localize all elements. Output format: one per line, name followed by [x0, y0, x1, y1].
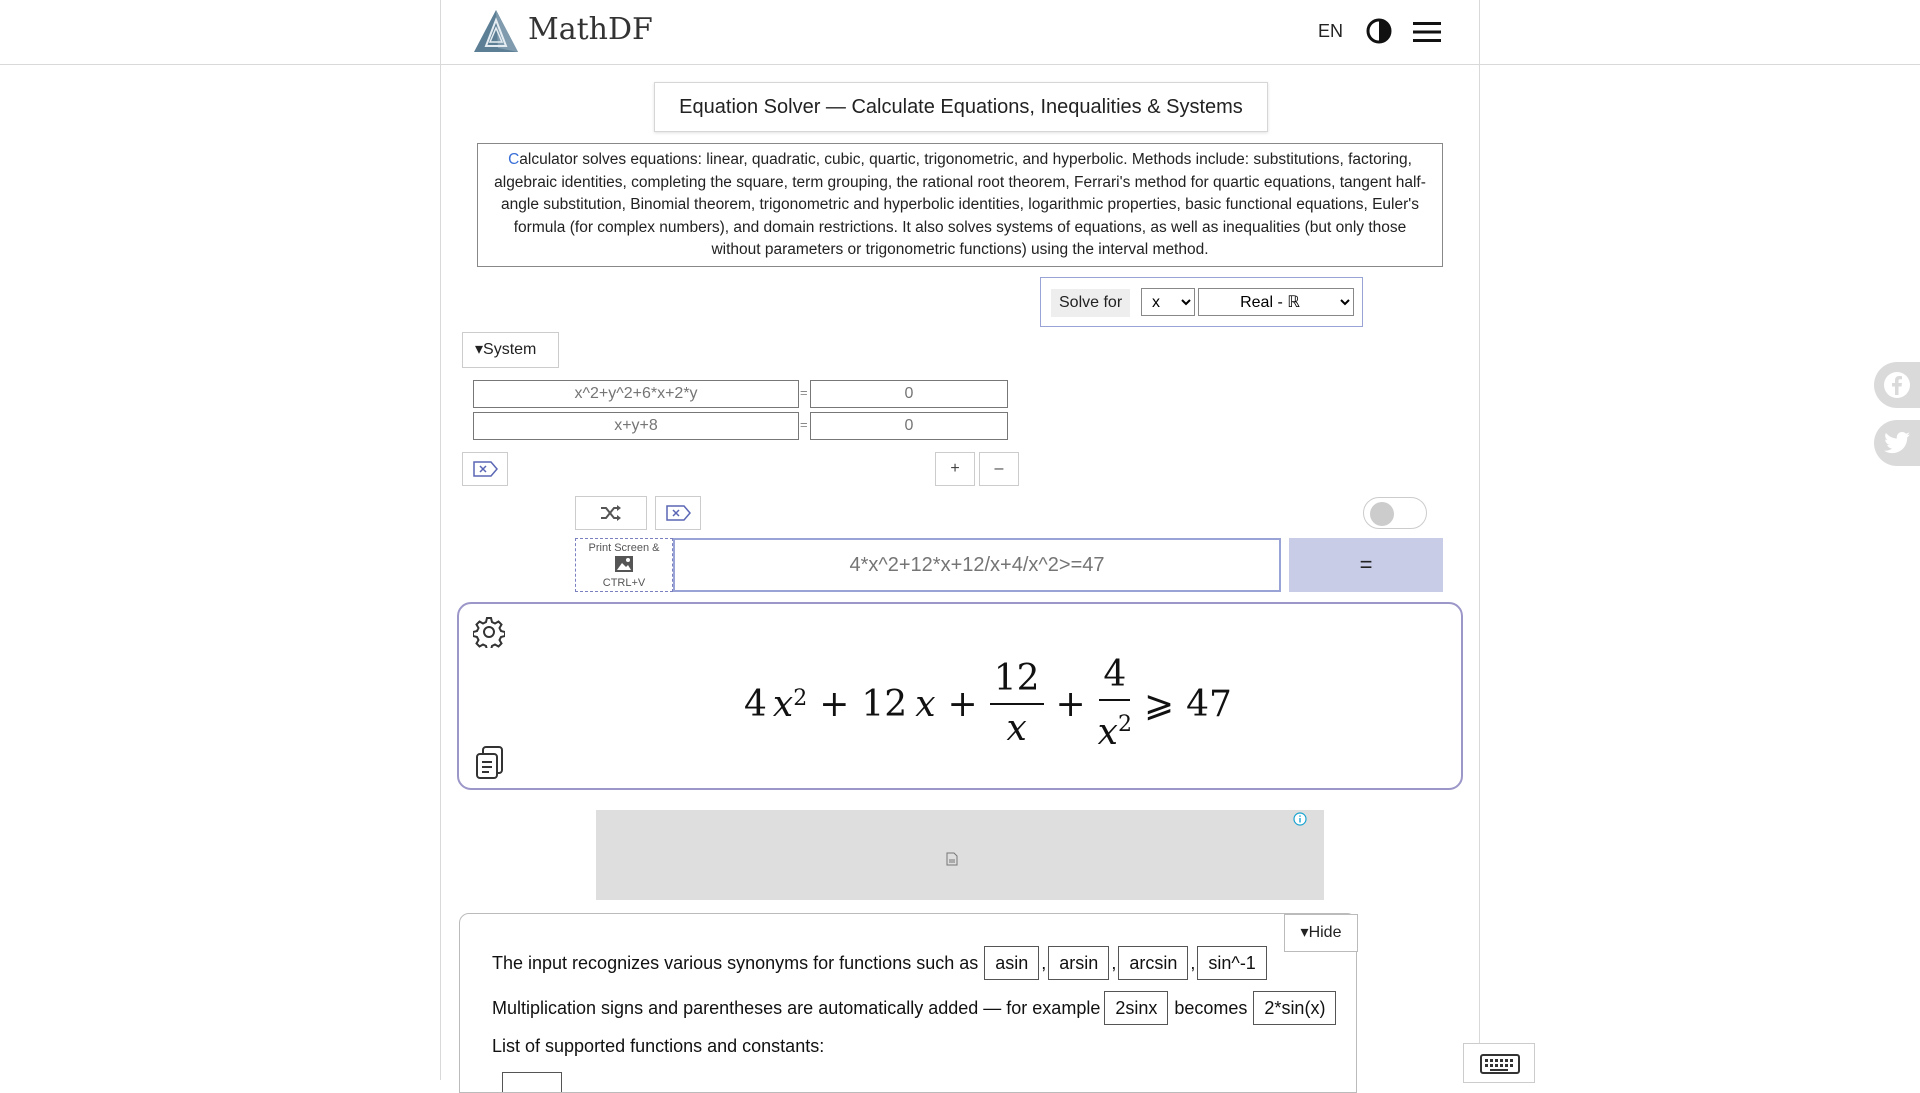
description-first-letter: C [508, 151, 520, 168]
variable-select[interactable]: x [1141, 288, 1195, 316]
fraction-denominator: x [1006, 708, 1027, 749]
multiplication-text: Multiplication signs and parentheses are… [492, 997, 1101, 1018]
solve-for-label: Solve for [1051, 289, 1131, 317]
system-eq1-right-input[interactable] [810, 380, 1008, 408]
shuffle-button[interactable] [575, 496, 647, 530]
page-title-text: Equation Solver — Calculate Equations, I… [679, 96, 1243, 118]
ad-banner[interactable] [596, 810, 1324, 900]
shuffle-icon [601, 505, 621, 521]
remove-equation-button[interactable]: – [979, 452, 1019, 486]
system-eq2-sign: = [800, 417, 808, 432]
page-title: Equation Solver — Calculate Equations, I… [654, 82, 1268, 132]
plus-sign: + [1055, 683, 1086, 725]
example-output-chip[interactable]: 2*sin(x) [1253, 991, 1337, 1025]
fraction-numerator: 4 [1099, 651, 1131, 701]
multiplication-line: Multiplication signs and parentheses are… [492, 991, 1338, 1025]
system-eq2-left-input[interactable] [473, 412, 799, 440]
toggle-knob [1370, 502, 1394, 526]
fraction-4-over-x2: 4 x2 [1098, 651, 1132, 757]
system-eq2-right-input[interactable] [810, 412, 1008, 440]
hamburger-icon[interactable] [1413, 20, 1441, 44]
twitter-icon [1884, 432, 1910, 454]
term-coef-12: 12 [861, 683, 908, 725]
print-screen-label: Print Screen & [588, 542, 660, 554]
term-exponent-2: 2 [793, 685, 808, 711]
plus-sign: + [947, 683, 978, 725]
keyboard-button[interactable] [1463, 1043, 1535, 1083]
example-input-chip[interactable]: 2sinx [1104, 991, 1169, 1025]
synonym-chip[interactable]: sin^-1 [1197, 946, 1267, 980]
rhs-value: 47 [1186, 683, 1232, 725]
denominator-var: x [1097, 712, 1118, 753]
facebook-icon [1884, 372, 1910, 398]
system-clear-button[interactable] [462, 452, 508, 486]
denominator-exponent: 2 [1117, 712, 1132, 737]
logo-text[interactable]: MathDF [528, 12, 653, 47]
hide-button[interactable]: ▾Hide [1284, 914, 1358, 952]
description-text: alculator solves equations: linear, quad… [494, 151, 1426, 258]
clear-x-icon [473, 461, 498, 477]
fraction-numerator: 12 [989, 655, 1044, 705]
image-icon [615, 556, 633, 572]
plus-sign: + [819, 683, 850, 725]
document-icon [946, 852, 958, 866]
synonym-chip[interactable]: asin [984, 946, 1040, 980]
language-selector[interactable]: EN [1318, 21, 1343, 42]
input-clear-button[interactable] [655, 496, 701, 530]
solve-button[interactable]: = [1289, 538, 1443, 592]
solve-panel: Solve for x Real - ℝ [1040, 277, 1363, 327]
fraction-denominator: x2 [1098, 701, 1132, 757]
gear-icon[interactable] [472, 616, 506, 651]
synonym-chip[interactable]: arsin [1048, 946, 1110, 980]
result-panel: 4 x 2 + 12 x + 12 x + 4 x2 ⩾ 47 [457, 602, 1463, 790]
expression-input[interactable] [673, 538, 1281, 592]
term-var-x: x [915, 683, 936, 725]
function-chip[interactable] [502, 1072, 562, 1092]
description: Calculator solves equations: linear, qua… [477, 143, 1443, 267]
functions-list-heading: List of supported functions and constant… [492, 1036, 825, 1056]
clear-x-icon [666, 505, 691, 521]
system-toggle[interactable]: ▾System [462, 332, 559, 368]
synonyms-text: The input recognizes various synonyms fo… [492, 952, 979, 973]
domain-select[interactable]: Real - ℝ [1198, 288, 1354, 316]
info-icon[interactable] [1293, 812, 1307, 826]
facebook-share-button[interactable] [1874, 362, 1920, 408]
ctrl-v-label: CTRL+V [602, 577, 646, 589]
system-eq1-left-input[interactable] [473, 380, 799, 408]
term-var-x: x [772, 683, 794, 725]
synonym-chip[interactable]: arcsin [1118, 946, 1189, 980]
contrast-icon[interactable] [1366, 18, 1392, 44]
clipboard-icon[interactable] [473, 746, 505, 780]
synonyms-line: The input recognizes various synonyms fo… [492, 946, 1269, 980]
twitter-share-button[interactable] [1874, 420, 1920, 466]
header-divider [0, 64, 1920, 65]
relation-sign: ⩾ [1143, 683, 1175, 725]
fraction-12-over-x: 12 x [989, 655, 1044, 753]
system-eq1-sign: = [800, 385, 808, 400]
rendered-formula: 4 x 2 + 12 x + 12 x + 4 x2 ⩾ 47 [744, 644, 1232, 764]
print-screen-paste-area[interactable]: Print Screen & CTRL+V [575, 538, 673, 592]
help-panel: ▾Hide The input recognizes various synon… [459, 913, 1358, 1093]
becomes-text: becomes [1174, 997, 1248, 1018]
term-coef-4: 4 [744, 683, 767, 725]
keyboard-icon [1480, 1054, 1520, 1074]
logo-icon[interactable] [472, 8, 520, 56]
add-equation-button[interactable]: + [935, 452, 975, 486]
mode-toggle[interactable] [1363, 497, 1427, 529]
